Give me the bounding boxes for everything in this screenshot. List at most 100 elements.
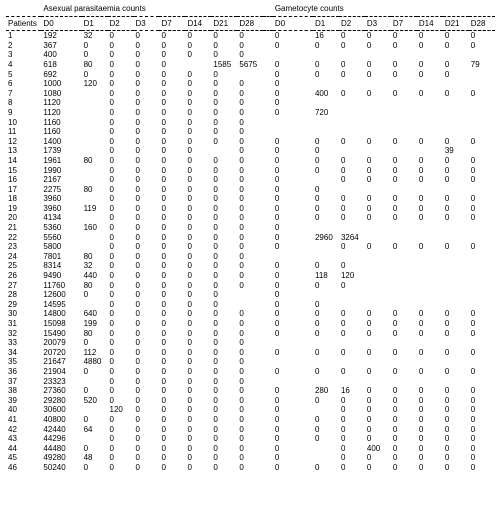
cell-asexual: 44296 (41, 434, 81, 444)
cell-asexual: 120 (82, 79, 108, 89)
col-a-d14: D14 (185, 16, 211, 31)
cell-asexual: 1080 (41, 89, 81, 99)
cell-gametocyte (391, 146, 417, 156)
cell-asexual: 0 (134, 338, 160, 348)
cell-gametocyte: 0 (339, 261, 365, 271)
cell-asexual: 0 (185, 415, 211, 425)
cell-asexual: 400 (41, 50, 81, 60)
cell-gametocyte (313, 127, 339, 137)
cell-asexual: 0 (185, 377, 211, 387)
cell-asexual: 0 (108, 434, 134, 444)
cell-patient: 26 (6, 271, 41, 281)
cell-asexual: 0 (211, 50, 237, 60)
cell-gametocyte: 400 (313, 89, 339, 99)
cell-asexual: 0 (108, 425, 134, 435)
cell-asexual: 0 (211, 377, 237, 387)
cell-asexual: 0 (237, 50, 263, 60)
cell-asexual: 0 (237, 127, 263, 137)
cell-asexual: 640 (82, 309, 108, 319)
cell-gap (263, 194, 272, 204)
col-g-d3: D3 (365, 16, 391, 31)
cell-patient: 43 (6, 434, 41, 444)
cell-gametocyte: 0 (273, 425, 313, 435)
cell-gametocyte: 0 (313, 396, 339, 406)
cell-asexual (237, 70, 263, 80)
cell-asexual (82, 108, 108, 118)
cell-gametocyte (443, 377, 469, 387)
cell-gametocyte: 0 (443, 137, 469, 147)
cell-gap (263, 89, 272, 99)
cell-gametocyte: 0 (443, 415, 469, 425)
cell-asexual: 0 (237, 348, 263, 358)
cell-asexual: 0 (237, 444, 263, 454)
cell-asexual: 0 (159, 166, 185, 176)
cell-asexual: 0 (108, 319, 134, 329)
cell-asexual: 0 (237, 79, 263, 89)
cell-asexual: 0 (211, 194, 237, 204)
cell-asexual: 5800 (41, 242, 81, 252)
cell-gametocyte (391, 50, 417, 60)
cell-gametocyte: 0 (469, 367, 495, 377)
cell-gap (263, 434, 272, 444)
cell-gap (263, 127, 272, 137)
cell-asexual: 0 (134, 329, 160, 339)
cell-asexual: 0 (134, 357, 160, 367)
cell-asexual: 0 (237, 185, 263, 195)
cell-gametocyte: 0 (273, 367, 313, 377)
cell-asexual: 0 (108, 252, 134, 262)
cell-patient: 2 (6, 41, 41, 51)
cell-gametocyte: 0 (391, 386, 417, 396)
cell-gametocyte (313, 444, 339, 454)
cell-gametocyte: 0 (273, 146, 313, 156)
cell-gametocyte (391, 118, 417, 128)
cell-gametocyte (365, 377, 391, 387)
cell-asexual: 0 (159, 405, 185, 415)
cell-gametocyte: 0 (469, 415, 495, 425)
cell-gametocyte: 120 (339, 271, 365, 281)
cell-asexual: 0 (134, 194, 160, 204)
cell-asexual: 0 (211, 98, 237, 108)
cell-asexual: 0 (134, 156, 160, 166)
table-row: 392928052000000000000000 (6, 396, 495, 406)
cell-gametocyte (469, 185, 495, 195)
cell-gametocyte (313, 357, 339, 367)
cell-gametocyte: 280 (313, 386, 339, 396)
cell-gametocyte (469, 300, 495, 310)
cell-gametocyte (417, 223, 443, 233)
cell-gap (263, 348, 272, 358)
cell-asexual: 0 (185, 338, 211, 348)
counts-table: Asexual parasitaemia counts Gametocyte c… (6, 4, 495, 473)
cell-asexual: 0 (108, 50, 134, 60)
cell-asexual: 0 (211, 223, 237, 233)
cell-asexual (82, 213, 108, 223)
cell-asexual: 0 (159, 453, 185, 463)
cell-asexual: 0 (185, 156, 211, 166)
cell-gametocyte: 0 (273, 463, 313, 473)
cell-gametocyte: 0 (469, 194, 495, 204)
cell-gametocyte: 0 (469, 453, 495, 463)
cell-gametocyte: 0 (417, 396, 443, 406)
cell-asexual (82, 98, 108, 108)
cell-asexual: 0 (134, 319, 160, 329)
cell-asexual: 0 (237, 41, 263, 51)
cell-asexual: 0 (211, 31, 237, 41)
cell-gametocyte: 0 (365, 319, 391, 329)
cell-asexual: 5360 (41, 223, 81, 233)
cell-gap (263, 146, 272, 156)
cell-gametocyte: 0 (391, 156, 417, 166)
cell-gametocyte: 0 (313, 166, 339, 176)
cell-gametocyte (417, 185, 443, 195)
cell-asexual: 0 (185, 242, 211, 252)
cell-asexual: 0 (134, 50, 160, 60)
cell-gametocyte (365, 50, 391, 60)
cell-gametocyte: 79 (469, 60, 495, 70)
cell-asexual: 0 (185, 453, 211, 463)
cell-gametocyte (469, 98, 495, 108)
cell-asexual (82, 405, 108, 415)
cell-gametocyte (469, 127, 495, 137)
cell-gametocyte: 0 (443, 309, 469, 319)
cell-asexual: 0 (237, 194, 263, 204)
cell-gametocyte: 0 (443, 41, 469, 51)
cell-patient: 20 (6, 213, 41, 223)
cell-gametocyte: 0 (273, 79, 313, 89)
